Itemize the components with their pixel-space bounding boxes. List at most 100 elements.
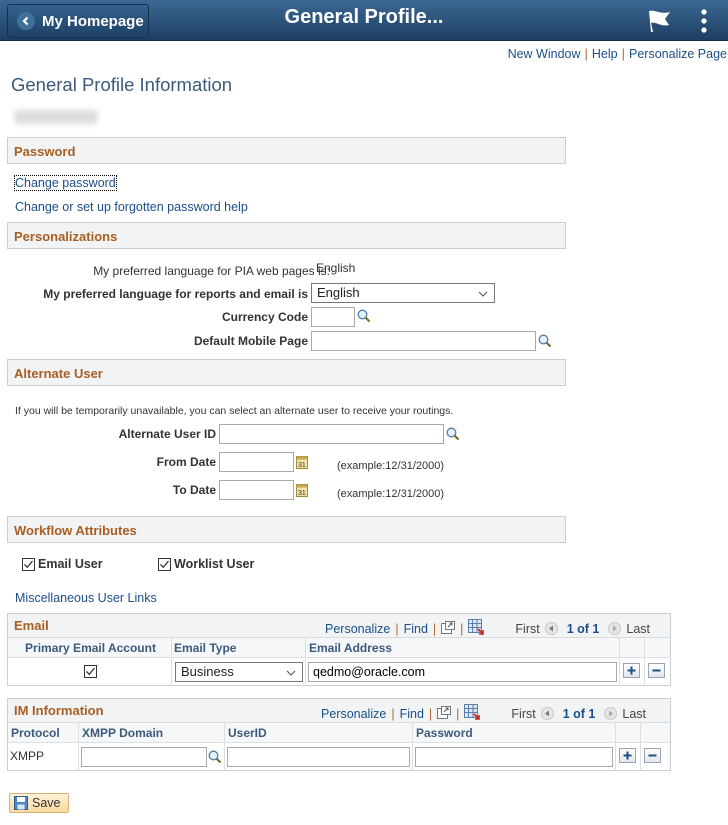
minus-icon (652, 669, 661, 672)
checkbox-checked-icon (86, 667, 96, 676)
worklist-user-checkbox[interactable]: Worklist User (158, 557, 254, 571)
email-user-label: Email User (38, 557, 103, 571)
my-homepage-button[interactable]: My Homepage (7, 4, 149, 38)
top-banner: My Homepage General Profile... (0, 0, 728, 41)
from-date-label: From Date (156, 455, 216, 469)
back-chevron-icon (17, 12, 35, 30)
my-homepage-label: My Homepage (42, 12, 144, 30)
userid-input[interactable] (227, 747, 410, 767)
separator: | (432, 621, 437, 636)
svg-text:31: 31 (298, 490, 306, 497)
email-grid-column-headers: Primary Email Account Email Type Email A… (8, 638, 670, 658)
download-grid-icon[interactable] (464, 704, 481, 723)
email-user-checkbox[interactable]: Email User (22, 557, 103, 571)
email-grid-nav: Personalize | Find | | First 1 of 1 Last (325, 619, 650, 638)
chevron-down-icon (478, 287, 488, 302)
forgotten-password-help-link[interactable]: Change or set up forgotten password help (15, 200, 248, 214)
personalize-page-link[interactable]: Personalize Page (629, 47, 727, 61)
currency-code-input[interactable] (311, 307, 355, 327)
kebab-menu-icon[interactable] (700, 9, 708, 36)
change-password-link[interactable]: Change password (14, 175, 117, 191)
im-grid-header: IM Information Personalize | Find | | Firs… (8, 699, 670, 723)
user-name-redacted (14, 110, 98, 124)
from-date-input[interactable] (219, 452, 294, 472)
column-header-xmpp-domain: XMPP Domain (82, 726, 164, 740)
column-header-password: Password (416, 726, 473, 740)
previous-row-icon[interactable] (540, 707, 554, 720)
add-row-button[interactable] (623, 663, 640, 678)
to-date-calendar-icon[interactable]: 31 (296, 483, 308, 500)
view-all-icon[interactable] (441, 620, 456, 637)
separator: | (395, 621, 399, 636)
alternate-user-section-header: Alternate User (7, 359, 566, 386)
column-header-protocol: Protocol (11, 726, 60, 740)
row-count: 1 of 1 (562, 706, 596, 721)
plus-icon (623, 751, 632, 760)
separator: | (621, 46, 626, 61)
find-link[interactable]: Find (400, 707, 424, 721)
email-address-input[interactable] (308, 662, 617, 682)
help-link[interactable]: Help (592, 47, 618, 61)
mobile-page-lookup-icon[interactable] (538, 334, 552, 351)
column-header-email-address: Email Address (309, 641, 392, 655)
primary-email-checkbox[interactable] (84, 665, 97, 678)
alternate-user-id-input[interactable] (219, 424, 444, 444)
minus-icon (648, 754, 657, 757)
workflow-section-header: Workflow Attributes (7, 516, 566, 543)
banner-title: General Profile... (284, 6, 444, 28)
download-grid-icon[interactable] (468, 619, 485, 638)
column-header-userid: UserID (228, 726, 267, 740)
next-row-icon[interactable] (608, 622, 622, 635)
to-date-input[interactable] (219, 480, 294, 500)
view-all-icon[interactable] (437, 705, 452, 722)
from-date-calendar-icon[interactable]: 31 (296, 455, 308, 472)
last-label: Last (626, 621, 651, 636)
default-mobile-page-input[interactable] (311, 331, 536, 351)
to-date-label: To Date (172, 483, 216, 497)
page-links: New Window | Help | Personalize Page (508, 46, 727, 61)
alternate-user-id-label: Alternate User ID (118, 427, 216, 441)
xmpp-domain-input[interactable] (81, 747, 207, 767)
add-row-button[interactable] (619, 748, 636, 763)
report-language-value: English (317, 285, 360, 300)
password-section-header: Password (7, 137, 566, 164)
xmpp-domain-lookup-icon[interactable] (208, 750, 222, 767)
separator: | (460, 621, 464, 636)
find-link[interactable]: Find (404, 622, 428, 636)
im-password-input[interactable] (415, 747, 613, 767)
personalize-link[interactable]: Personalize (321, 707, 386, 721)
currency-lookup-icon[interactable] (357, 309, 371, 326)
from-date-example: (example:12/31/2000) (337, 460, 445, 472)
personalize-link[interactable]: Personalize (325, 622, 390, 636)
previous-row-icon[interactable] (544, 622, 558, 635)
flag-icon[interactable] (646, 9, 672, 36)
im-grid-nav: Personalize | Find | | First 1 of 1 Last (321, 704, 646, 723)
chevron-down-icon (286, 666, 296, 681)
pia-language-label: My preferred language for PIA web pages … (93, 264, 330, 278)
default-mobile-page-label: Default Mobile Page (193, 334, 308, 348)
first-label: First (511, 706, 536, 721)
save-label: Save (32, 796, 61, 810)
delete-row-button[interactable] (648, 663, 665, 678)
report-language-select[interactable]: English (311, 283, 495, 303)
checkbox-checked-icon (22, 557, 35, 571)
column-header-email-type: Email Type (174, 641, 237, 655)
email-grid-title: Email (14, 618, 49, 633)
separator: | (584, 46, 588, 61)
misc-user-links[interactable]: Miscellaneous User Links (15, 591, 157, 605)
page-title: General Profile Information (11, 74, 233, 95)
new-window-link[interactable]: New Window (508, 47, 581, 61)
next-row-icon[interactable] (604, 707, 618, 720)
save-button[interactable]: Save (9, 793, 69, 813)
first-label: First (515, 621, 540, 636)
last-label: Last (622, 706, 647, 721)
protocol-value: XMPP (10, 749, 45, 763)
delete-row-button[interactable] (644, 748, 661, 763)
alternate-user-lookup-icon[interactable] (446, 427, 460, 444)
separator: | (428, 706, 433, 721)
pia-language-value: English (316, 261, 356, 275)
email-type-select[interactable]: Business (175, 662, 303, 682)
worklist-user-label: Worklist User (174, 557, 255, 571)
checkbox-checked-icon (158, 557, 171, 571)
email-type-value: Business (181, 664, 234, 679)
